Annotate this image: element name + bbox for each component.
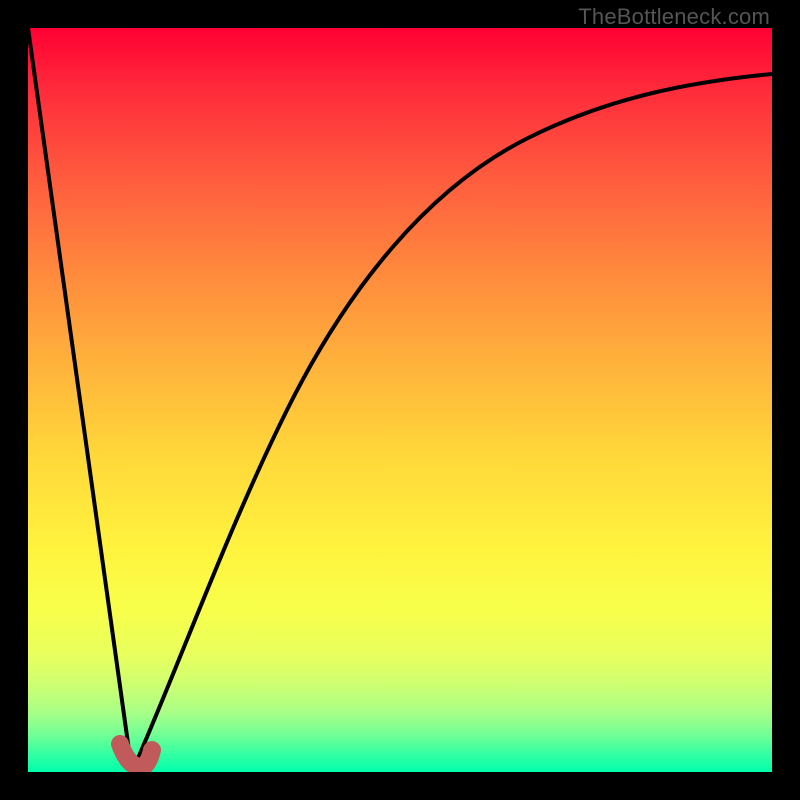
plot-area — [28, 28, 772, 772]
curves-svg — [28, 28, 772, 772]
watermark-text: TheBottleneck.com — [578, 4, 770, 30]
chart-frame: TheBottleneck.com — [0, 0, 800, 800]
rising-curve — [132, 74, 772, 772]
marker-stroke — [120, 744, 152, 767]
falling-line — [28, 28, 132, 772]
